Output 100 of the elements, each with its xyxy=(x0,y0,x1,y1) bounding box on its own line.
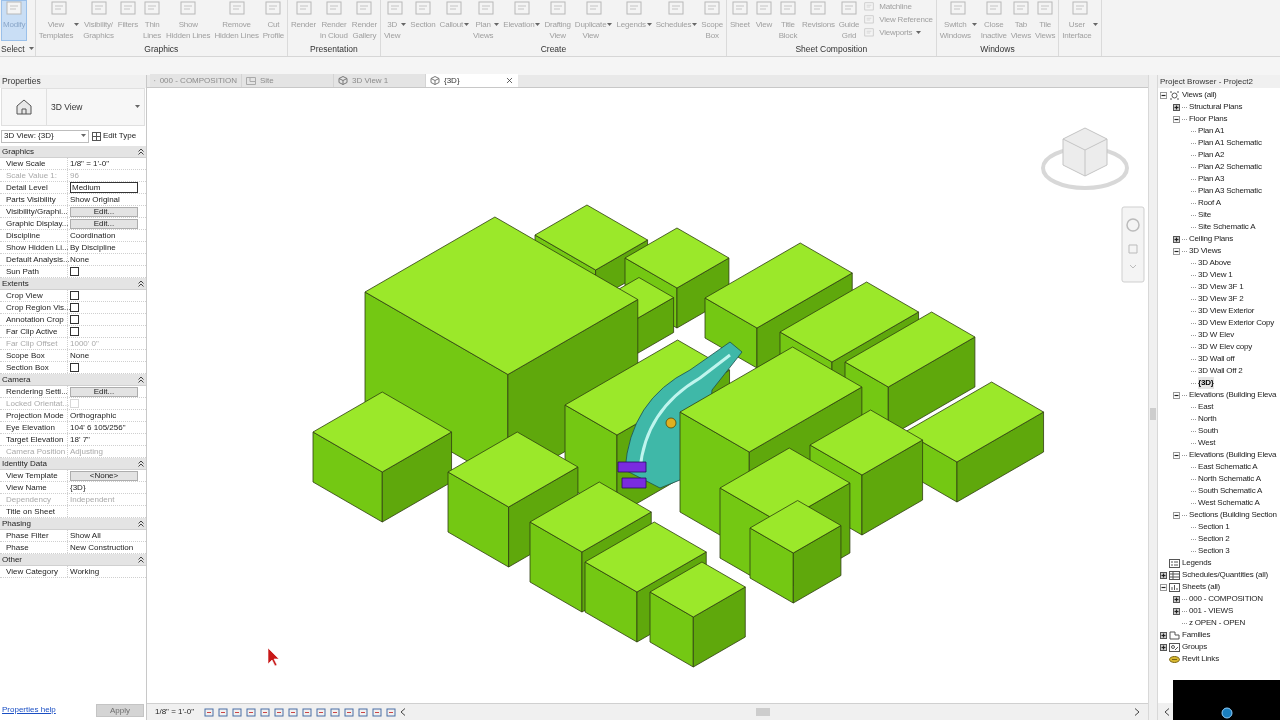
browser-item[interactable]: East Schematic A xyxy=(1198,461,1258,473)
view-control-icon[interactable] xyxy=(302,707,312,717)
scroll-right-icon[interactable] xyxy=(1134,708,1140,716)
browser-item[interactable]: Plan A1 xyxy=(1198,125,1225,137)
browser-item[interactable]: Families xyxy=(1182,629,1211,641)
browser-item[interactable]: Legends xyxy=(1182,557,1212,569)
collapse-icon[interactable] xyxy=(1173,391,1180,399)
collapse-icon[interactable] xyxy=(1173,115,1180,123)
expand-icon[interactable] xyxy=(1160,571,1167,579)
collapse-icon[interactable] xyxy=(138,376,144,383)
browser-item[interactable]: Site Schematic A xyxy=(1198,221,1256,233)
browser-item[interactable]: South xyxy=(1198,425,1218,437)
browser-item[interactable]: Elevations (Building Eleva xyxy=(1189,389,1277,401)
browser-item[interactable]: Plan A3 xyxy=(1198,173,1225,185)
view-control-icon[interactable] xyxy=(246,707,256,717)
edit-button[interactable]: Edit... xyxy=(70,218,138,229)
browser-item[interactable]: 3D Wall Off 2 xyxy=(1198,365,1243,377)
browser-item[interactable]: South Schematic A xyxy=(1198,485,1263,497)
browser-item[interactable]: Views (all) xyxy=(1182,89,1217,101)
browser-item[interactable]: Sections (Building Section xyxy=(1189,509,1277,521)
browser-item[interactable]: z OPEN - OPEN xyxy=(1189,617,1246,629)
browser-item[interactable]: 3D Above xyxy=(1198,257,1232,269)
browser-item[interactable]: Site xyxy=(1198,209,1211,221)
browser-item[interactable]: Plan A2 Schematic xyxy=(1198,161,1262,173)
checkbox[interactable] xyxy=(70,303,79,312)
browser-item[interactable]: North xyxy=(1198,413,1217,425)
browser-item[interactable]: Plan A1 Schematic xyxy=(1198,137,1262,149)
browser-item[interactable]: Section 2 xyxy=(1198,533,1230,545)
browser-item[interactable]: 001 - VIEWS xyxy=(1189,605,1234,617)
browser-item[interactable]: 3D W Elev copy xyxy=(1198,341,1253,353)
browser-item[interactable]: 3D View Exterior Copy xyxy=(1198,317,1275,329)
browser-item[interactable]: 000 - COMPOSITION xyxy=(1189,593,1263,605)
vertical-scrollbar[interactable] xyxy=(1150,408,1156,420)
browser-item[interactable]: 3D View 3F 1 xyxy=(1198,281,1244,293)
view-control-icon[interactable] xyxy=(232,707,242,717)
browser-item[interactable]: Plan A2 xyxy=(1198,149,1225,161)
collapse-icon[interactable] xyxy=(138,148,144,155)
view-control-icon[interactable] xyxy=(386,707,396,717)
expand-icon[interactable] xyxy=(1173,595,1180,603)
checkbox[interactable] xyxy=(70,291,79,300)
browser-item[interactable]: Plan A3 Schematic xyxy=(1198,185,1262,197)
checkbox[interactable] xyxy=(70,315,79,324)
view-control-icon[interactable] xyxy=(274,707,284,717)
browser-item[interactable]: Section 1 xyxy=(1198,521,1230,533)
browser-item[interactable]: East xyxy=(1198,401,1214,413)
browser-item[interactable]: Schedules/Quantities (all) xyxy=(1182,569,1268,581)
browser-item[interactable]: 3D Views xyxy=(1189,245,1222,257)
collapse-icon[interactable] xyxy=(1160,583,1167,591)
collapse-icon[interactable] xyxy=(138,556,144,563)
scroll-left-icon[interactable] xyxy=(1164,707,1170,716)
browser-item[interactable]: 3D W Elev xyxy=(1198,329,1234,341)
edit-type-button[interactable]: Edit Type xyxy=(92,129,137,143)
view-control-icon[interactable] xyxy=(330,707,340,717)
browser-item[interactable]: Ceiling Plans xyxy=(1189,233,1234,245)
expand-icon[interactable] xyxy=(1173,235,1180,243)
view-control-icon[interactable] xyxy=(260,707,270,717)
type-selector[interactable]: 3D View xyxy=(1,88,145,126)
collapse-icon[interactable] xyxy=(1160,91,1167,99)
edit-button[interactable]: Edit... xyxy=(70,386,138,397)
view-control-icon[interactable] xyxy=(204,707,214,717)
close-icon[interactable] xyxy=(505,76,514,85)
view-control-icon[interactable] xyxy=(372,707,382,717)
browser-item[interactable]: 3D View 1 xyxy=(1198,269,1233,281)
collapse-icon[interactable] xyxy=(1173,247,1180,255)
browser-item[interactable]: 3D Wall off xyxy=(1198,353,1235,365)
browser-item[interactable]: 3D View Exterior xyxy=(1198,305,1255,317)
collapse-icon[interactable] xyxy=(138,280,144,287)
browser-item[interactable]: Revit Links xyxy=(1182,653,1219,665)
edit-button[interactable]: <None> xyxy=(70,470,138,481)
scroll-left-icon[interactable] xyxy=(400,708,406,716)
view-tab[interactable]: {3D} xyxy=(426,74,518,87)
browser-item[interactable]: Floor Plans xyxy=(1189,113,1228,125)
expand-icon[interactable] xyxy=(1160,631,1167,639)
checkbox[interactable] xyxy=(70,327,79,336)
horizontal-scrollbar[interactable] xyxy=(756,708,770,716)
property-field[interactable]: Medium xyxy=(70,182,138,193)
collapse-icon[interactable] xyxy=(138,460,144,467)
edit-button[interactable]: Edit... xyxy=(70,206,138,217)
view-control-icon[interactable] xyxy=(218,707,228,717)
browser-item[interactable]: North Schematic A xyxy=(1198,473,1261,485)
view-control-icon[interactable] xyxy=(316,707,326,717)
browser-item[interactable]: Structural Plans xyxy=(1189,101,1243,113)
browser-item[interactable]: Groups xyxy=(1182,641,1208,653)
expand-icon[interactable] xyxy=(1173,607,1180,615)
browser-item[interactable]: Elevations (Building Eleva xyxy=(1189,449,1277,461)
checkbox[interactable] xyxy=(70,363,79,372)
instance-selector[interactable]: 3D View: {3D} xyxy=(1,129,89,143)
properties-help-link[interactable]: Properties help xyxy=(2,704,56,716)
collapse-icon[interactable] xyxy=(1173,511,1180,519)
browser-item[interactable]: 3D View 3F 2 xyxy=(1198,293,1244,305)
collapse-icon[interactable] xyxy=(138,520,144,527)
view-control-icon[interactable] xyxy=(344,707,354,717)
view-scale[interactable]: 1/8" = 1'-0" xyxy=(155,706,194,718)
browser-item[interactable]: {3D} xyxy=(1198,377,1214,389)
browser-item[interactable]: Section 3 xyxy=(1198,545,1230,557)
view-control-icon[interactable] xyxy=(288,707,298,717)
browser-item[interactable]: Sheets (all) xyxy=(1182,581,1221,593)
browser-item[interactable]: Roof A xyxy=(1198,197,1221,209)
checkbox[interactable] xyxy=(70,267,79,276)
collapse-icon[interactable] xyxy=(1173,451,1180,459)
